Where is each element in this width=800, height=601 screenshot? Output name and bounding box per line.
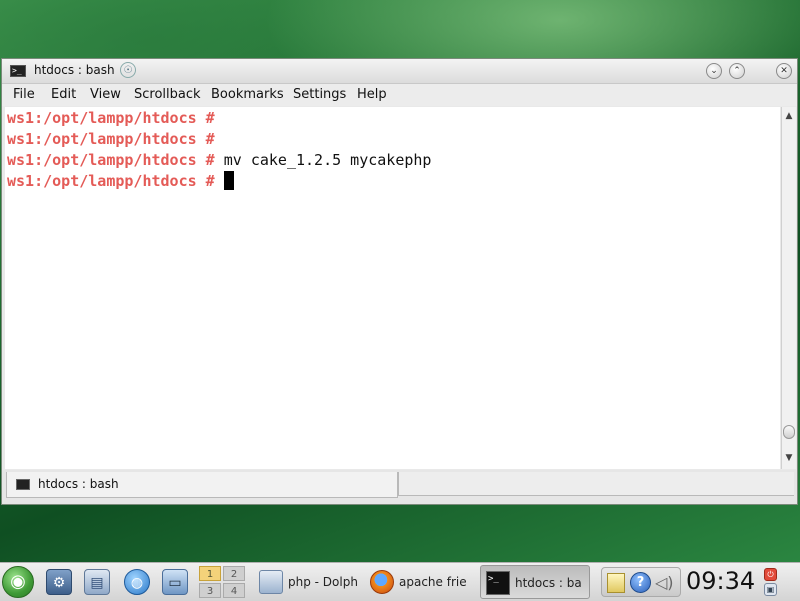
- task-dolphin[interactable]: php - Dolph: [254, 565, 360, 599]
- volume-icon[interactable]: ◁): [655, 573, 677, 593]
- text-cursor: [223, 171, 234, 190]
- desktop-pager[interactable]: 1 2 3 4: [199, 565, 247, 599]
- close-button[interactable]: ✕: [776, 63, 792, 79]
- clock[interactable]: 09:34: [686, 567, 755, 595]
- file-manager-icon[interactable]: ▤: [84, 569, 110, 595]
- window-title: htdocs : bash: [34, 63, 115, 77]
- task-terminal[interactable]: >_ htdocs : ba: [480, 565, 590, 599]
- terminal-icon: >_: [10, 65, 26, 77]
- system-settings-icon[interactable]: ⚙: [46, 569, 72, 595]
- clipboard-icon[interactable]: [607, 573, 625, 593]
- terminal-line: ws1:/opt/lampp/htdocs # mv cake_1.2.5 my…: [7, 150, 780, 171]
- menu-settings[interactable]: Settings: [293, 87, 346, 102]
- shell-command: mv cake_1.2.5 mycakephp: [223, 151, 432, 169]
- menu-file[interactable]: File: [13, 87, 35, 102]
- menu-bar: File Edit View Scrollback Bookmarks Sett…: [2, 84, 797, 106]
- minimize-button[interactable]: ⌄: [706, 63, 722, 79]
- session-tab[interactable]: htdocs : bash: [6, 472, 398, 498]
- pin-icon[interactable]: ☉: [120, 62, 136, 78]
- shell-prompt: ws1:/opt/lampp/htdocs #: [7, 172, 215, 190]
- globe-icon[interactable]: ◍: [124, 569, 150, 595]
- terminal-output[interactable]: ws1:/opt/lampp/htdocs # ws1:/opt/lampp/h…: [5, 107, 780, 469]
- menu-scrollback[interactable]: Scrollback: [134, 87, 201, 102]
- scrollbar-thumb[interactable]: [783, 425, 795, 439]
- terminal-icon: [16, 479, 30, 490]
- taskbar-panel: ◉ ⚙ ▤ ◍ ▭ 1 2 3 4 php - Dolph apache fri…: [0, 562, 800, 601]
- pager-desktop-1[interactable]: 1: [199, 566, 221, 581]
- terminal-line: ws1:/opt/lampp/htdocs #: [7, 129, 780, 150]
- shell-prompt: ws1:/opt/lampp/htdocs #: [7, 130, 215, 148]
- firefox-icon: [370, 570, 394, 594]
- system-tray: ? ◁): [601, 567, 681, 597]
- maximize-button[interactable]: ⌃: [729, 63, 745, 79]
- terminal-window: >_ htdocs : bash ☉ ⌄ ⌃ ✕ File Edit View …: [1, 58, 798, 505]
- lock-icon[interactable]: ▣: [764, 583, 777, 596]
- terminal-icon: >_: [486, 571, 510, 595]
- session-buttons: ⏻ ▣: [764, 566, 778, 598]
- help-icon[interactable]: ?: [630, 572, 651, 593]
- terminal-line: ws1:/opt/lampp/htdocs #: [7, 171, 780, 192]
- menu-edit[interactable]: Edit: [51, 87, 76, 102]
- pager-desktop-3[interactable]: 3: [199, 583, 221, 598]
- window-titlebar[interactable]: >_ htdocs : bash ☉ ⌄ ⌃ ✕: [2, 59, 797, 84]
- session-tab-bar: htdocs : bash: [2, 470, 797, 504]
- vertical-scrollbar[interactable]: ▲ ▼: [781, 107, 796, 469]
- pager-desktop-2[interactable]: 2: [223, 566, 245, 581]
- dolphin-folder-icon: [259, 570, 283, 594]
- pager-desktop-4[interactable]: 4: [223, 583, 245, 598]
- shell-prompt: ws1:/opt/lampp/htdocs #: [7, 151, 215, 169]
- show-desktop-icon[interactable]: ▭: [162, 569, 188, 595]
- scroll-down-icon[interactable]: ▼: [782, 451, 796, 465]
- task-label: apache frie: [399, 575, 467, 589]
- menu-view[interactable]: View: [90, 87, 121, 102]
- task-label: htdocs : ba: [515, 576, 582, 590]
- logout-icon[interactable]: ⏻: [764, 568, 777, 581]
- shell-prompt: ws1:/opt/lampp/htdocs #: [7, 109, 215, 127]
- task-label: php - Dolph: [288, 575, 358, 589]
- kickoff-menu-icon[interactable]: ◉: [2, 566, 34, 598]
- session-tab-label: htdocs : bash: [38, 477, 119, 491]
- tab-bar-empty-area: [398, 472, 794, 496]
- task-firefox[interactable]: apache frie: [365, 565, 475, 599]
- menu-bookmarks[interactable]: Bookmarks: [211, 87, 284, 102]
- menu-help[interactable]: Help: [357, 87, 387, 102]
- scroll-up-icon[interactable]: ▲: [782, 109, 796, 123]
- terminal-line: ws1:/opt/lampp/htdocs #: [7, 108, 780, 129]
